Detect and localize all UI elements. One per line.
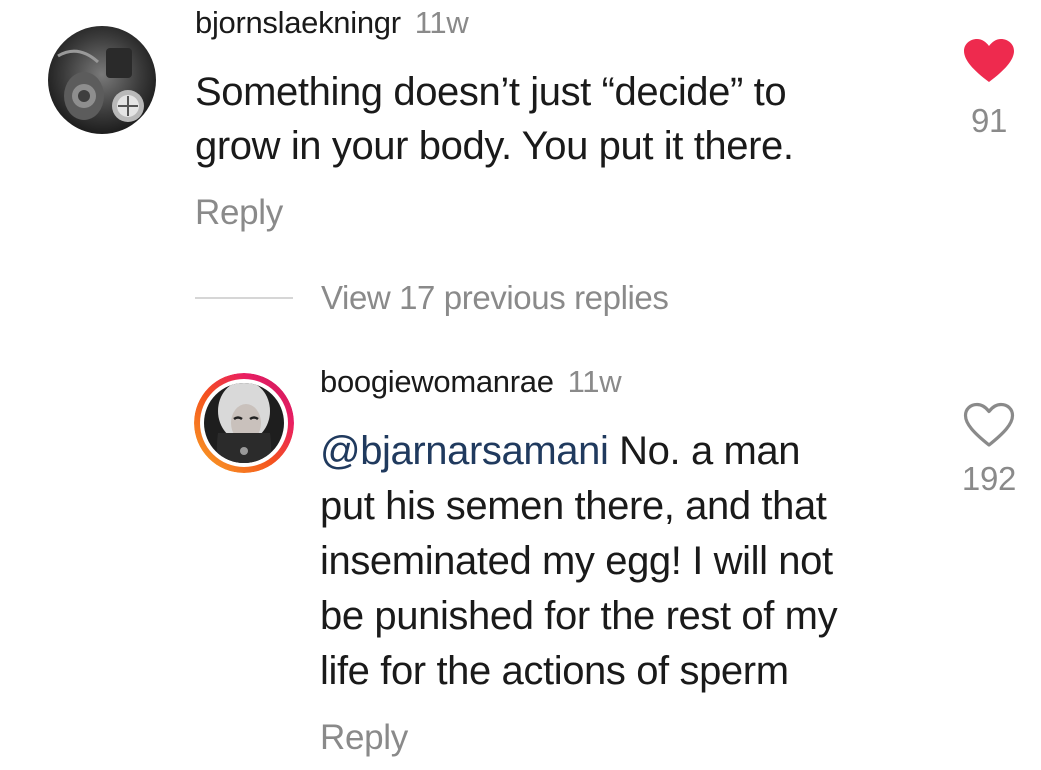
comment-text-line: grow in your body. You put it there. (195, 124, 794, 168)
like-count: 91 (970, 102, 1008, 139)
like-button[interactable]: 91 (954, 38, 1024, 140)
reply-timestamp: 11w (567, 364, 622, 399)
reply-text: @bjarnarsamani No. a man put his semen t… (320, 424, 838, 699)
reply-text-line: be punished for the rest of my (320, 594, 838, 638)
user-avatar-bjornslaekningr[interactable] (48, 26, 156, 134)
comments-thread: bjornslaekningr 11w Something doesn’t ju… (0, 0, 1041, 770)
reply-text-line: life for the actions of sperm (320, 649, 789, 693)
mention-link[interactable]: @bjarnarsamani (320, 429, 609, 473)
reply-header: boogiewomanrae 11w (320, 364, 837, 414)
reply-username[interactable]: boogiewomanrae (320, 364, 554, 400)
comment-text-line: Something doesn’t just “decide” to (195, 70, 787, 114)
reply-text-line: @bjarnarsamani No. a man (320, 424, 837, 479)
reply-text-line: put his semen there, and that (320, 484, 827, 528)
divider-line (195, 297, 293, 299)
reply-button[interactable]: Reply (320, 718, 408, 758)
user-avatar-boogiewomanrae[interactable] (194, 373, 294, 473)
view-replies-label: View 17 previous replies (321, 279, 669, 316)
comment-timestamp: 11w (414, 5, 469, 40)
avatar-image (48, 26, 156, 134)
like-count: 192 (961, 460, 1017, 497)
reply-text-line: inseminated my egg! I will not (320, 539, 833, 583)
reply-button[interactable]: Reply (195, 193, 283, 233)
reply-text-segment: No. a man (608, 429, 801, 473)
avatar-image (194, 373, 294, 473)
comment-body: bjornslaekningr 11w Something doesn’t ju… (195, 5, 794, 173)
comment-username[interactable]: bjornslaekningr (195, 5, 401, 41)
comment-text: Something doesn’t just “decide” to grow … (195, 65, 794, 173)
heart-filled-icon (964, 39, 1014, 82)
heart-outline-icon (963, 402, 1015, 447)
like-button[interactable]: 192 (954, 402, 1024, 498)
reply-body: boogiewomanrae 11w @bjarnarsamani No. a … (320, 364, 838, 699)
comment-header: bjornslaekningr 11w (195, 5, 794, 51)
view-previous-replies-button[interactable]: View 17 previous replies (195, 276, 669, 320)
